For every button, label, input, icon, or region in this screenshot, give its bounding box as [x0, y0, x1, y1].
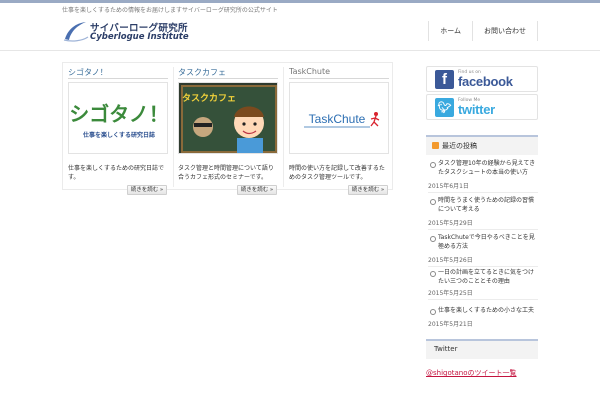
clock-icon [430, 309, 436, 315]
recent-post-link[interactable]: タスク管理10年の経験から見えてきたタスクシュートの本当の使い方 [438, 159, 538, 177]
clock-icon [430, 162, 436, 168]
card-title[interactable]: TaskChute [289, 67, 330, 76]
card-shigotano: シゴタノ！ シゴタノ！ 仕事を楽しくする研究日誌 仕事を楽しくするための研究日誌… [65, 67, 169, 195]
recent-post-item: 時間をうまく使うための記録の習慣について考える 2015年5月29日 [428, 196, 538, 230]
logo-swoosh-icon [63, 22, 89, 42]
card-image-taskchute[interactable]: TaskChute [289, 82, 389, 154]
twitter-banner[interactable]: 🐦︎ Follow Me twitter [426, 94, 538, 120]
twitter-bird-icon: 🐦︎ [435, 98, 454, 117]
nav-home[interactable]: ホーム [428, 21, 472, 41]
card-excerpt: 仕事を楽しくするための研究日誌です。 [68, 165, 165, 181]
recent-post-date: 2015年5月21日 [428, 321, 473, 328]
recent-post-item: 一日の計画を立てるときに気をつけたい三つのこととその理由 2015年5月25日 [428, 268, 538, 302]
clock-icon [430, 199, 436, 205]
character-glasses [194, 123, 212, 127]
card-separator [283, 67, 284, 187]
logo-english-text: Cyberlogue Institute [90, 32, 189, 42]
shigotano-logo-text: シゴタノ！ [69, 102, 168, 126]
twitter-timeline-link[interactable]: @shigotanoのツイート一覧 [426, 368, 517, 378]
site-logo[interactable]: サイバーローグ研究所 Cyberlogue Institute [62, 19, 222, 45]
taskchute-logo-text: TaskChute [309, 112, 366, 126]
top-accent-bar [0, 0, 600, 3]
facebook-banner[interactable]: f Find us on facebook [426, 66, 538, 92]
recent-post-date: 2015年5月29日 [428, 220, 473, 227]
post-divider [428, 229, 538, 230]
rss-icon[interactable] [432, 142, 439, 149]
recent-post-date: 2015年5月26日 [428, 257, 473, 264]
card-image-taskcafe[interactable]: タスクカフェ [178, 82, 278, 154]
main-nav: ホーム お問い合わせ [428, 21, 538, 41]
card-taskchute: TaskChute TaskChute 時間の使い方を記録して改善するためのタス… [286, 67, 390, 195]
header-divider [0, 50, 600, 51]
facebook-icon: f [435, 70, 454, 89]
twitter-widget-title: Twitter [434, 345, 458, 353]
post-divider [428, 192, 538, 193]
featured-cards: シゴタノ！ シゴタノ！ 仕事を楽しくする研究日誌 仕事を楽しくするための研究日誌… [62, 62, 393, 195]
card-title[interactable]: シゴタノ！ [68, 67, 108, 78]
recent-posts-title: 最近の投稿 [442, 142, 477, 150]
recent-post-item: 仕事を楽しくするための小さな工夫 2015年5月21日 [428, 306, 538, 340]
recent-posts-header: 最近の投稿 [426, 135, 538, 155]
card-title-underline [289, 78, 389, 79]
card-image-shigotano[interactable]: シゴタノ！ 仕事を楽しくする研究日誌 [68, 82, 168, 154]
recent-post-link[interactable]: 時間をうまく使うための記録の習慣について考える [438, 196, 538, 214]
clock-icon [430, 271, 436, 277]
runner-icon [374, 112, 378, 116]
read-more-button[interactable]: 続きを読む » [348, 185, 388, 195]
taskcafe-logo-text: タスクカフェ [182, 92, 236, 104]
card-title-underline [68, 78, 168, 79]
read-more-button[interactable]: 続きを読む » [127, 185, 167, 195]
nav-contact[interactable]: お問い合わせ [472, 21, 538, 41]
clock-icon [430, 236, 436, 242]
recent-post-link[interactable]: TaskChuteで今日やるべきことを見極める方法 [438, 233, 538, 251]
card-taskcafe: タスクカフェ タスクカフェ タスク管理と時間管理について語り合うカフェ形式のセミ… [175, 67, 279, 195]
social-banners: f Find us on facebook 🐦︎ Follow Me twitt… [426, 64, 538, 124]
card-title[interactable]: タスクカフェ [178, 67, 226, 78]
site-tagline: 仕事を楽しくするための情報をお届けしますサイバーローグ研究所の公式サイト [62, 7, 278, 14]
card-excerpt: 時間の使い方を記録して改善するためのタスク管理ツールです。 [289, 165, 385, 181]
shigotano-subtitle: 仕事を楽しくする研究日誌 [82, 131, 155, 139]
facebook-wordmark: facebook [458, 74, 513, 89]
recent-post-link[interactable]: 一日の計画を立てるときに気をつけたい三つのこととその理由 [438, 268, 538, 286]
recent-post-item: タスク管理10年の経験から見えてきたタスクシュートの本当の使い方 2015年6月… [428, 159, 538, 193]
twitter-wordmark: twitter [458, 102, 495, 117]
card-separator [173, 67, 174, 187]
read-more-button[interactable]: 続きを読む » [237, 185, 277, 195]
recent-post-link[interactable]: 仕事を楽しくするための小さな工夫 [438, 306, 538, 315]
recent-post-date: 2015年6月1日 [428, 183, 469, 190]
post-divider [428, 266, 538, 267]
post-divider [428, 299, 538, 300]
card-excerpt: タスク管理と時間管理について語り合うカフェ形式のセミナーです。 [178, 165, 274, 181]
boy-shirt [237, 138, 263, 153]
recent-post-item: TaskChuteで今日やるべきことを見極める方法 2015年5月26日 [428, 233, 538, 267]
card-title-underline [178, 78, 278, 79]
twitter-widget-header: Twitter [426, 339, 538, 359]
recent-post-date: 2015年5月25日 [428, 290, 473, 297]
